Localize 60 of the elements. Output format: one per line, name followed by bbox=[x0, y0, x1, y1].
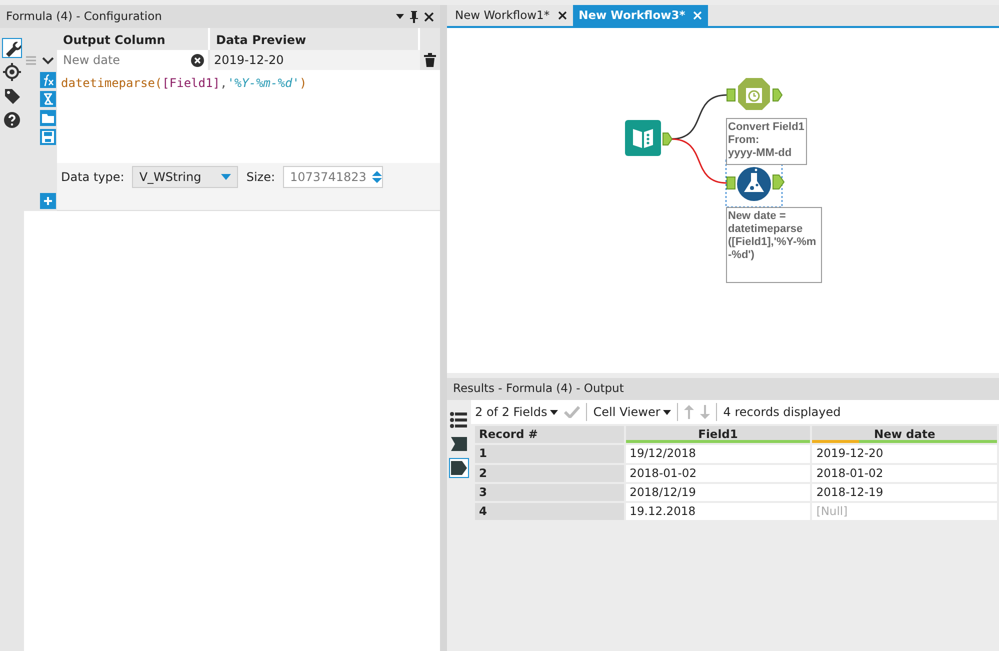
table-cell: 2018/12/19 bbox=[626, 484, 810, 501]
size-field[interactable]: 1073741823 bbox=[283, 166, 384, 188]
close-icon[interactable] bbox=[558, 11, 567, 20]
formula-editor[interactable]: datetimeparse([Field1],'%Y-%m-%d') bbox=[57, 70, 440, 163]
input-anchor-icon[interactable] bbox=[726, 176, 736, 190]
node-annotation: New date = datetimeparse ([Field1],'%Y-%m -%d') bbox=[726, 207, 822, 283]
tag-icon[interactable] bbox=[449, 458, 469, 478]
drag-handle-icon[interactable] bbox=[26, 56, 36, 64]
record-count: 4 records displayed bbox=[723, 404, 841, 421]
checkmark-icon[interactable] bbox=[564, 406, 580, 418]
data-type-dropdown[interactable]: V_WString bbox=[132, 166, 238, 188]
pin-icon[interactable] bbox=[410, 10, 418, 22]
folder-icon[interactable] bbox=[40, 110, 56, 126]
input-anchor-icon[interactable] bbox=[726, 88, 736, 102]
book-icon[interactable] bbox=[625, 120, 661, 156]
tag-icon[interactable] bbox=[2, 86, 22, 106]
workflow-tab[interactable]: New Workflow3* bbox=[572, 5, 708, 26]
down-arrow-icon[interactable] bbox=[700, 405, 710, 419]
cell-viewer-dropdown[interactable]: Cell Viewer bbox=[593, 403, 672, 421]
function-icon[interactable] bbox=[40, 72, 56, 88]
output-column-field[interactable]: New date bbox=[57, 50, 208, 70]
caret-icon bbox=[550, 410, 558, 414]
wrench-icon[interactable] bbox=[2, 38, 22, 58]
column-header[interactable]: New date bbox=[812, 426, 997, 444]
caret-icon bbox=[221, 174, 232, 180]
plus-icon bbox=[42, 196, 52, 206]
record-number: 3 bbox=[475, 484, 624, 501]
fields-dropdown[interactable]: 2 of 2 Fields bbox=[475, 403, 558, 421]
panel-title: Formula (4) - Configuration bbox=[6, 8, 162, 25]
table-cell: 2018-01-02 bbox=[626, 464, 810, 482]
tag-icon[interactable] bbox=[449, 434, 469, 454]
table-cell: 2018-12-19 bbox=[812, 484, 997, 501]
column-header[interactable]: Field1 bbox=[626, 426, 810, 444]
record-number: 4 bbox=[475, 503, 624, 520]
close-icon[interactable] bbox=[424, 12, 434, 22]
table-cell: 2018-01-02 bbox=[812, 464, 997, 482]
dropdown-icon[interactable] bbox=[396, 14, 404, 19]
results-title: Results - Formula (4) - Output bbox=[453, 380, 624, 398]
table-cell: 2019-12-20 bbox=[812, 445, 997, 462]
node-annotation: Convert Field1 From: yyyy-MM-dd bbox=[726, 118, 807, 165]
help-icon[interactable] bbox=[2, 110, 22, 130]
data-type-label: Data type: bbox=[61, 169, 124, 186]
record-number: 2 bbox=[475, 464, 624, 482]
clock-icon[interactable] bbox=[738, 78, 770, 110]
data-preview-value: 2019-12-20 bbox=[210, 50, 420, 70]
record-number: 1 bbox=[475, 445, 624, 462]
caret-icon bbox=[663, 410, 672, 414]
column-header[interactable]: Record # bbox=[475, 426, 624, 444]
add-button[interactable] bbox=[40, 193, 56, 209]
up-arrow-icon[interactable] bbox=[684, 405, 694, 419]
save-icon[interactable] bbox=[40, 129, 56, 145]
table-cell: 19.12.2018 bbox=[626, 503, 810, 520]
size-label: Size: bbox=[246, 169, 276, 186]
table-cell: [Null] bbox=[812, 503, 997, 520]
trash-icon[interactable] bbox=[424, 53, 436, 67]
list-icon[interactable] bbox=[449, 410, 469, 430]
output-anchor-icon[interactable] bbox=[772, 88, 783, 102]
workflow-canvas[interactable]: Convert Field1 From: yyyy-MM-dd New date = datetimeparse ([Field1],'%Y-%m -%d') bbox=[447, 28, 999, 373]
table-cell: 19/12/2018 bbox=[626, 445, 810, 462]
crosshair-icon[interactable] bbox=[2, 62, 22, 82]
